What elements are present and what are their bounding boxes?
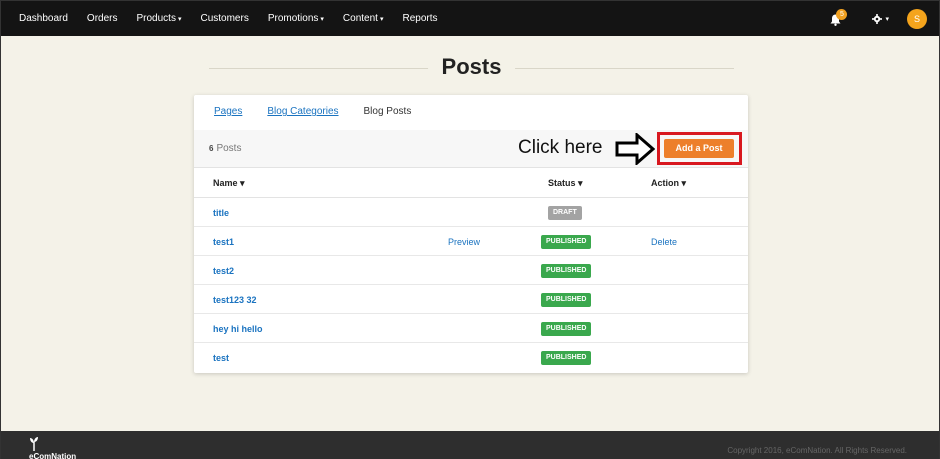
notifications-button[interactable]: 5 <box>830 8 848 27</box>
delete-link[interactable]: Delete <box>651 237 677 247</box>
status-badge: PUBLISHED <box>541 351 592 365</box>
top-navbar: Dashboard Orders Products ▾ Customers Pro… <box>1 1 939 36</box>
nav-label: Content <box>342 13 378 24</box>
nav-label: Customers <box>200 13 249 24</box>
post-title-link[interactable]: test2 <box>213 266 234 276</box>
nav-label: Promotions <box>267 13 319 24</box>
posts-panel: Pages Blog Categories Blog Posts 6 Posts … <box>194 95 748 373</box>
sprout-icon <box>30 437 38 451</box>
status-badge: PUBLISHED <box>541 235 592 249</box>
logo-text: eComNation <box>29 452 77 459</box>
table-row: title DRAFT <box>194 198 748 227</box>
add-post-button[interactable]: Add a Post <box>664 139 734 158</box>
chevron-down-icon: ▾ <box>885 15 889 23</box>
tab-blog-categories[interactable]: Blog Categories <box>267 106 338 117</box>
chevron-down-icon: ▾ <box>177 16 182 23</box>
nav-promotions[interactable]: Promotions ▾ <box>268 13 324 24</box>
table-header: Name ▾ Status ▾ Action ▾ <box>194 168 748 198</box>
click-here-annotation: Click here <box>518 137 603 158</box>
posts-count-number: 6 <box>209 144 214 153</box>
status-badge: PUBLISHED <box>541 264 592 278</box>
status-badge: PUBLISHED <box>541 293 592 307</box>
posts-count: 6 Posts <box>209 143 241 154</box>
nav-label: Orders <box>86 13 118 24</box>
nav-label: Reports <box>402 13 438 24</box>
nav-content[interactable]: Content ▾ <box>343 13 384 24</box>
main-nav: Dashboard Orders Products ▾ Customers Pro… <box>19 1 456 36</box>
top-right-controls: 5 ▾ S <box>830 1 927 36</box>
settings-menu[interactable]: ▾ <box>872 13 889 24</box>
post-title-link[interactable]: test123 32 <box>213 295 257 305</box>
post-title-link[interactable]: title <box>213 208 229 218</box>
column-header-action[interactable]: Action ▾ <box>651 178 686 189</box>
nav-label: Products <box>136 13 176 24</box>
table-row: test2 PUBLISHED <box>194 256 748 285</box>
table-row: hey hi hello PUBLISHED <box>194 314 748 343</box>
post-title-link[interactable]: hey hi hello <box>213 324 263 334</box>
copyright-text: Copyright 2016, eComNation. All Rights R… <box>727 446 907 455</box>
column-header-status[interactable]: Status ▾ <box>548 178 583 189</box>
status-badge: DRAFT <box>548 206 582 220</box>
tab-blog-posts[interactable]: Blog Posts <box>364 106 412 117</box>
footer: eComNation Copyright 2016, eComNation. A… <box>1 431 939 459</box>
tab-pages[interactable]: Pages <box>214 106 242 117</box>
nav-dashboard[interactable]: Dashboard <box>19 13 68 24</box>
page-header: Posts <box>209 51 734 85</box>
table-row: test1 Preview PUBLISHED Delete <box>194 227 748 256</box>
preview-link[interactable]: Preview <box>448 237 480 247</box>
table-row: test PUBLISHED <box>194 343 748 372</box>
nav-label: Dashboard <box>19 13 68 24</box>
posts-toolbar: 6 Posts Click here Add a Post <box>194 130 748 168</box>
nav-customers[interactable]: Customers <box>200 13 248 24</box>
nav-reports[interactable]: Reports <box>402 13 437 24</box>
gear-icon <box>872 13 883 24</box>
notification-count-badge: 5 <box>836 8 848 20</box>
post-title-link[interactable]: test <box>213 353 229 363</box>
post-title-link[interactable]: test1 <box>213 237 234 247</box>
posts-count-label: Posts <box>216 143 242 154</box>
content-tabs: Pages Blog Categories Blog Posts <box>214 106 436 117</box>
table-row: test123 32 PUBLISHED <box>194 285 748 314</box>
nav-orders[interactable]: Orders <box>87 13 118 24</box>
footer-logo[interactable]: eComNation <box>29 437 76 459</box>
status-badge: PUBLISHED <box>541 322 592 336</box>
chevron-down-icon: ▾ <box>379 16 384 23</box>
arrow-right-icon <box>615 133 655 165</box>
chevron-down-icon: ▾ <box>320 16 324 23</box>
page-title: Posts <box>427 54 516 80</box>
nav-products[interactable]: Products ▾ <box>136 13 181 24</box>
avatar[interactable]: S <box>907 8 927 29</box>
column-header-name[interactable]: Name ▾ <box>213 178 245 189</box>
